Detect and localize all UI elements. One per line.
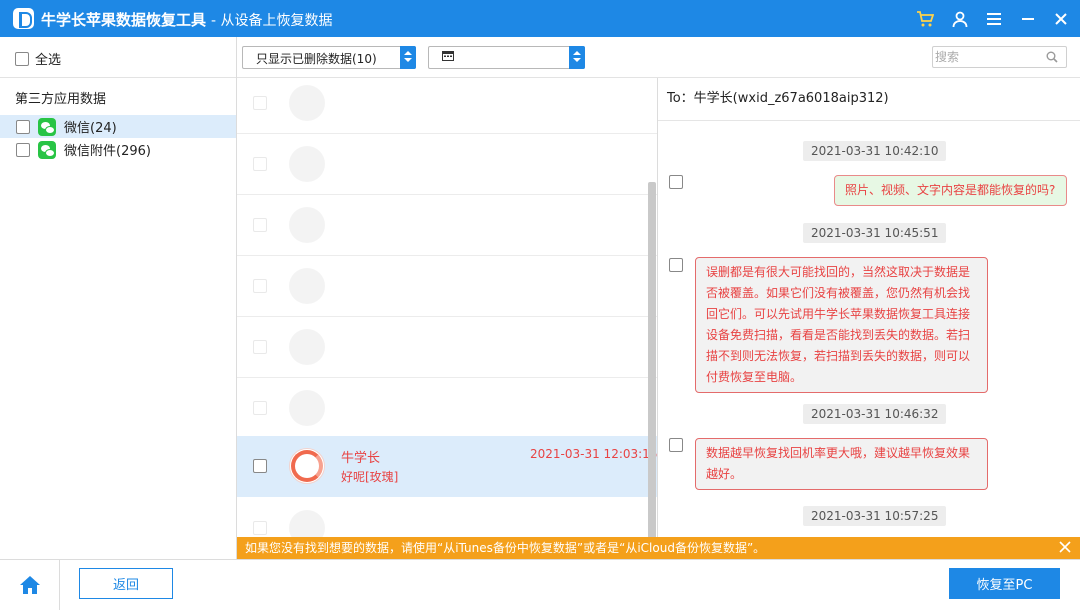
cart-icon[interactable] [912,6,938,32]
menu-icon[interactable] [981,6,1007,32]
avatar [289,146,325,182]
checkbox[interactable] [15,51,29,66]
chat-panel: To：牛学长(wxid_z67a6018aip312) 2021-03-31 1… [658,78,1080,538]
footer: 返回 恢复至PC [0,559,1080,610]
home-icon [19,576,40,594]
wechat-icon [38,140,56,159]
notice-bar: 如果您没有找到想要的数据，请使用“从iTunes备份中恢复数据”或者是“从iCl… [237,537,1080,559]
conversation-row[interactable] [237,134,657,195]
divider [658,120,1080,121]
message-bubble-received: 误删都是有很大可能找回的，当然这取决于数据是否被覆盖。如果它们没有被覆盖，您仍然… [695,257,988,393]
calendar-icon [442,50,454,64]
app-title: 牛学长苹果数据恢复工具 [41,11,207,29]
avatar [289,207,325,243]
message-bubble-sent: 照片、视频、文字内容是都能恢复的吗? [834,175,1067,206]
message-bubble-received: 数据越早恢复找回机率更大哦，建议越早恢复效果越好。 [695,438,988,490]
conversation-preview: 好呢[玫瑰] [341,470,399,484]
recover-to-pc-button[interactable]: 恢复至PC [949,568,1060,599]
conversation-row-selected[interactable]: 牛学长 好呢[玫瑰] 2021-03-31 12:03:15 [237,436,657,497]
checkbox[interactable] [253,459,267,473]
title-bar: 牛学长苹果数据恢复工具 - 从设备上恢复数据 [0,0,1080,37]
conversation-row[interactable] [237,378,657,439]
checkbox[interactable] [16,142,30,157]
back-button[interactable]: 返回 [79,568,173,599]
window-subtitle: - 从设备上恢复数据 [211,13,333,29]
avatar [289,390,325,426]
avatar [289,85,325,121]
dropdown-arrow-icon[interactable] [569,46,585,69]
app-logo-icon [13,8,34,29]
message-checkbox[interactable] [669,258,683,272]
message-timestamp: 2021-03-31 10:45:51 [803,223,947,243]
conversation-time: 2021-03-31 12:03:15 [530,447,657,461]
checkbox[interactable] [253,279,267,293]
checkbox[interactable] [16,119,30,134]
checkbox[interactable] [253,218,267,232]
sidebar-item-wechat[interactable]: 微信(24) [0,115,236,138]
close-icon[interactable] [1048,6,1074,32]
scrollbar[interactable] [648,182,656,540]
conversation-row[interactable] [237,256,657,317]
date-filter-dropdown[interactable] [428,46,585,69]
deleted-filter-dropdown[interactable]: 只显示已删除数据(10) [242,46,416,69]
notice-text: 如果您没有找到想要的数据，请使用“从iTunes备份中恢复数据”或者是“从iCl… [245,541,766,555]
checkbox[interactable] [253,521,267,535]
message-timestamp: 2021-03-31 10:46:32 [803,404,947,424]
checkbox[interactable] [253,340,267,354]
category-title: 第三方应用数据 [15,92,107,107]
chat-recipient: To：牛学长(wxid_z67a6018aip312) [667,91,889,106]
user-icon[interactable] [947,6,973,32]
avatar [289,268,325,304]
conversation-row[interactable] [237,317,657,378]
sidebar-item-label: 微信(24) [64,121,117,136]
sidebar-item-label: 微信附件(296) [64,144,151,159]
message-timestamp: 2021-03-31 10:57:25 [803,506,947,526]
conversation-name: 牛学长 [341,451,381,466]
message-timestamp: 2021-03-31 10:42:10 [803,141,947,161]
toolbar: 全选 只显示已删除数据(10) [0,37,1080,78]
message-checkbox[interactable] [669,175,683,189]
avatar [289,448,325,484]
message-checkbox[interactable] [669,438,683,452]
sidebar: 第三方应用数据 微信(24) 微信附件(296) [0,78,236,559]
conversation-list: 牛学长 好呢[玫瑰] 2021-03-31 12:03:15 [237,78,657,559]
home-button[interactable] [0,560,60,610]
minimize-icon[interactable] [1015,6,1041,32]
select-all-checkbox[interactable]: 全选 [15,49,61,68]
checkbox[interactable] [253,157,267,171]
search-box[interactable] [932,46,1067,68]
dropdown-arrow-icon[interactable] [400,46,416,69]
conversation-row[interactable] [237,78,657,134]
close-icon[interactable] [1058,537,1074,559]
select-all-label: 全选 [35,53,62,68]
wechat-icon [38,117,56,136]
search-input[interactable] [935,49,1040,65]
checkbox[interactable] [253,96,267,110]
checkbox[interactable] [253,401,267,415]
avatar [289,329,325,365]
search-icon[interactable] [1046,51,1058,67]
sidebar-item-wechat-attachments[interactable]: 微信附件(296) [0,138,236,161]
conversation-row[interactable] [237,195,657,256]
filter-value: 只显示已删除数据(10) [256,52,377,66]
